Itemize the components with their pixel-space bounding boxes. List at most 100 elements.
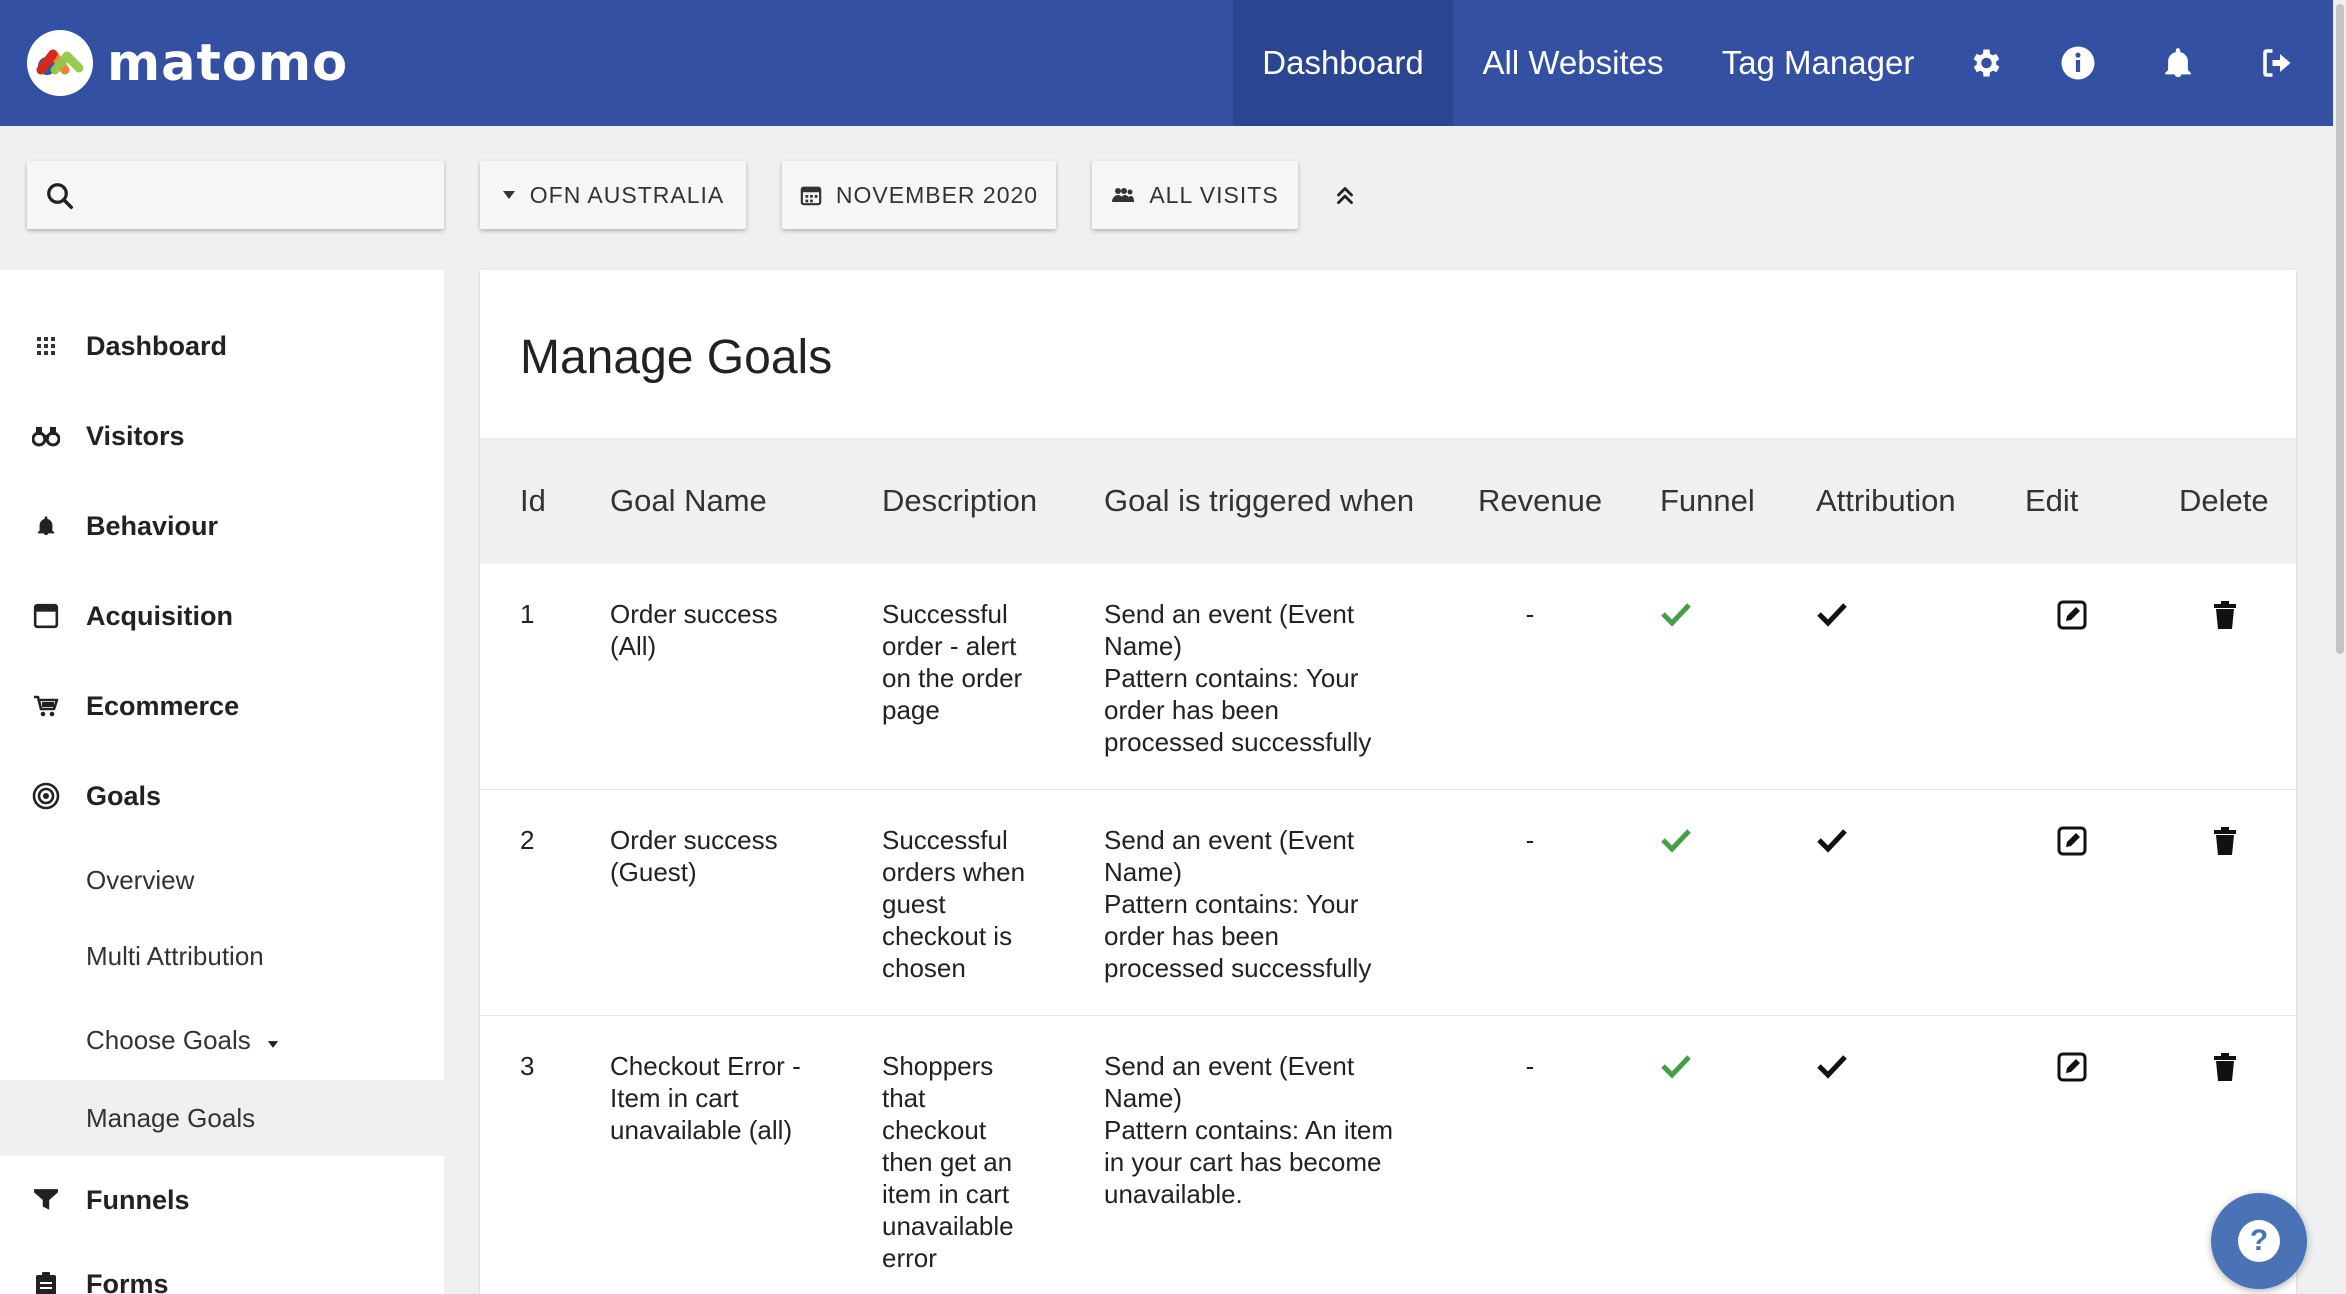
delete-icon[interactable] [2210, 826, 2240, 856]
goal-name: Order success (Guest) [610, 825, 778, 887]
attribution-check-icon [1817, 829, 1847, 853]
goal-revenue: - [1525, 1051, 1535, 1081]
attribution-check-icon [1817, 603, 1847, 627]
sidebar-item-funnels[interactable]: Funnels [0, 1162, 444, 1238]
gear-icon[interactable] [1962, 40, 2008, 86]
top-bar: matomo Dashboard All Websites Tag Manage… [0, 0, 2333, 126]
segment-selector[interactable]: ALL VISITS [1092, 161, 1298, 229]
goal-revenue: - [1525, 825, 1535, 855]
sidebar-item-goals[interactable]: Goals [0, 758, 444, 834]
column-header-id[interactable]: Id [520, 438, 546, 564]
search-input[interactable] [27, 161, 444, 229]
binoculars-icon [32, 422, 60, 450]
nav-dashboard[interactable]: Dashboard [1233, 0, 1453, 126]
sidebar-sub-multi-attribution[interactable]: Multi Attribution [0, 918, 444, 994]
sidebar-item-label: Acquisition [86, 600, 233, 631]
funnel-icon [32, 1186, 60, 1214]
nav-all-websites[interactable]: All Websites [1463, 0, 1683, 126]
matomo-logo[interactable]: matomo [27, 30, 348, 96]
goal-description: Successful orders when guest checkout is cho… [882, 825, 1026, 983]
column-header-description[interactable]: Description [882, 438, 1037, 564]
users-icon [1111, 187, 1135, 203]
period-label: NOVEMBER 2020 [835, 181, 1039, 208]
window-icon [32, 602, 60, 630]
funnel-check-icon [1661, 1055, 1691, 1079]
goal-id: 1 [520, 599, 535, 629]
segment-label: ALL VISITS [1149, 181, 1279, 208]
goal-trigger: Send an event (Event Name) Pattern contain… [1104, 599, 1372, 757]
nav-tag-manager[interactable]: Tag Manager [1700, 0, 1936, 126]
sidebar-item-dashboard[interactable]: Dashboard [0, 308, 444, 384]
app-name: matomo [107, 33, 349, 93]
column-header-trigger[interactable]: Goal is triggered when [1104, 438, 1414, 564]
site-selector[interactable]: OFN AUSTRALIA [480, 161, 746, 229]
goal-description: Successful order - alert on the order page [882, 599, 1023, 725]
goal-name: Order success (All) [610, 599, 778, 661]
goal-id: 2 [520, 825, 535, 855]
goal-description: Shoppers that checkout then get an item in c… [882, 1051, 1014, 1273]
table-row: 1 Order success (All) Successful order - a… [480, 564, 2296, 790]
sidebar-item-label: Ecommerce [86, 690, 240, 721]
target-icon [32, 782, 60, 810]
sidebar-sub-label: Multi Attribution [86, 940, 264, 971]
page-title: Manage Goals [520, 331, 833, 384]
sidebar-item-label: Dashboard [86, 330, 228, 361]
calendar-icon [800, 184, 822, 206]
sidebar-sub-manage-goals[interactable]: Manage Goals [0, 1080, 444, 1156]
collapse-icon[interactable] [1332, 182, 1358, 208]
sidebar-item-label: Funnels [86, 1184, 190, 1215]
goal-name: Checkout Error - Item in cart unavailable … [610, 1051, 801, 1145]
table-header: Id Goal Name Description Goal is trigger… [480, 438, 2296, 564]
grid-icon [32, 332, 60, 360]
sidebar-item-visitors[interactable]: Visitors [0, 398, 444, 474]
cart-icon [32, 692, 60, 720]
sidebar-item-label: Behaviour [86, 510, 219, 541]
scrollbar-thumb[interactable] [2336, 4, 2344, 654]
sidebar-sub-label: Choose Goals [86, 1024, 251, 1055]
attribution-check-icon [1817, 1055, 1847, 1079]
sidebar-item-behaviour[interactable]: Behaviour [0, 488, 444, 564]
column-header-attribution[interactable]: Attribution [1816, 438, 1956, 564]
logout-icon[interactable] [2254, 40, 2300, 86]
caret-down-icon [267, 1036, 279, 1054]
goal-trigger: Send an event (Event Name) Pattern contain… [1104, 1051, 1394, 1209]
sidebar-item-label: Visitors [86, 420, 185, 451]
sidebar-sub-label: Manage Goals [86, 1102, 256, 1133]
caret-down-icon [502, 190, 516, 200]
search-icon [45, 181, 75, 217]
help-button[interactable]: ? [2211, 1193, 2307, 1289]
delete-icon[interactable] [2210, 1052, 2240, 1082]
column-header-delete[interactable]: Delete [2179, 438, 2269, 564]
goal-trigger: Send an event (Event Name) Pattern contain… [1104, 825, 1372, 983]
bell-icon [32, 512, 60, 540]
sidebar-sub-label: Overview [86, 864, 195, 895]
column-header-edit[interactable]: Edit [2025, 438, 2078, 564]
funnel-check-icon [1661, 829, 1691, 853]
funnel-check-icon [1661, 603, 1691, 627]
goal-revenue: - [1525, 599, 1535, 629]
manage-goals-card: Manage Goals Id Goal Name Description Go… [480, 270, 2296, 1294]
sidebar-item-acquisition[interactable]: Acquisition [0, 578, 444, 654]
column-header-goal-name[interactable]: Goal Name [610, 438, 767, 564]
help-icon: ? [2238, 1220, 2280, 1262]
sidebar-item-ecommerce[interactable]: Ecommerce [0, 668, 444, 744]
sidebar-sub-choose-goals[interactable]: Choose Goals [0, 1002, 444, 1078]
clipboard-icon [32, 1270, 60, 1294]
edit-icon[interactable] [2057, 600, 2087, 630]
bell-icon[interactable] [2155, 40, 2201, 86]
column-header-funnel[interactable]: Funnel [1660, 438, 1755, 564]
period-selector[interactable]: NOVEMBER 2020 [782, 161, 1056, 229]
column-header-revenue[interactable]: Revenue [1478, 438, 1602, 564]
info-icon[interactable] [2055, 40, 2101, 86]
delete-icon[interactable] [2210, 600, 2240, 630]
goal-id: 3 [520, 1051, 535, 1081]
table-row: 3 Checkout Error - Item in cart unavailabl… [480, 1016, 2296, 1294]
sidebar-item-forms[interactable]: Forms [0, 1246, 444, 1294]
sidebar-sub-overview[interactable]: Overview [0, 842, 444, 918]
sidebar: Dashboard Visitors Behaviour Acquisition… [0, 270, 444, 1294]
sidebar-item-label: Goals [86, 780, 162, 811]
edit-icon[interactable] [2057, 826, 2087, 856]
edit-icon[interactable] [2057, 1052, 2087, 1082]
site-label: OFN AUSTRALIA [529, 181, 725, 208]
matomo-logo-icon [27, 30, 93, 96]
